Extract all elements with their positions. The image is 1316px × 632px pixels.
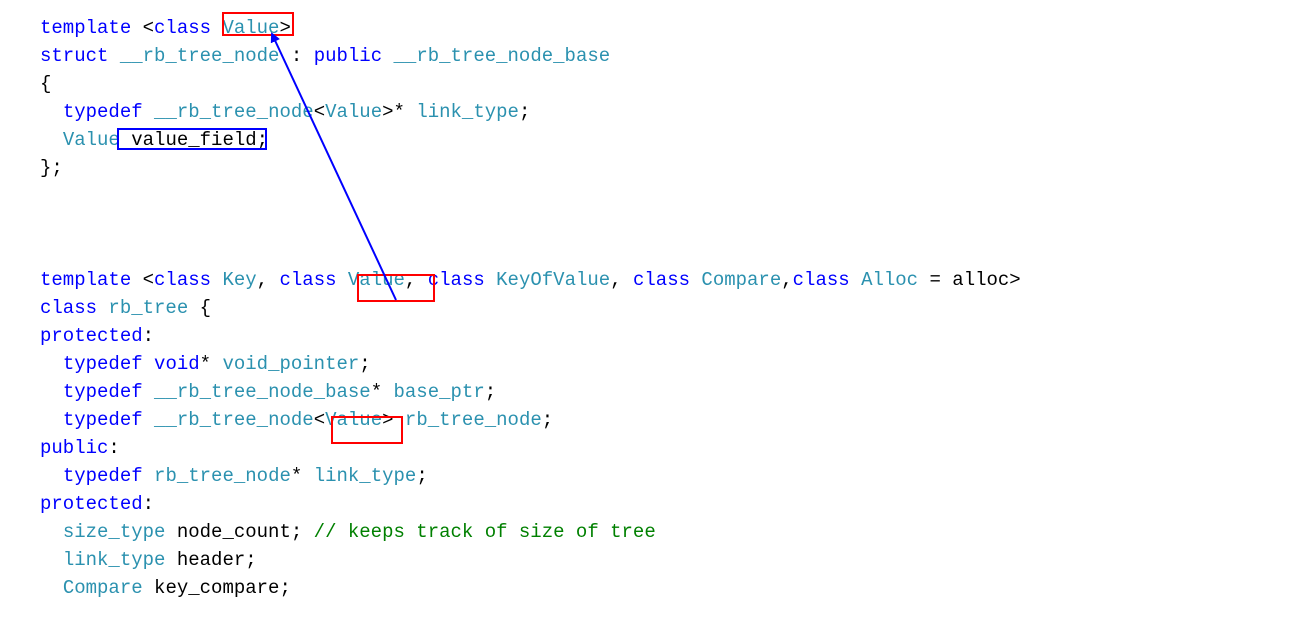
code-line: Value value_field; [40, 129, 268, 151]
code-line: public: [40, 437, 120, 459]
code-line: typedef __rb_tree_node<Value> rb_tree_no… [40, 409, 553, 431]
code-line: }; [40, 157, 63, 179]
code-line: protected: [40, 493, 154, 515]
code-line: class rb_tree { [40, 297, 211, 319]
code-line: typedef rb_tree_node* link_type; [40, 465, 428, 487]
code-line: link_type header; [40, 549, 257, 571]
code-line: typedef __rb_tree_node<Value>* link_type… [40, 101, 530, 123]
code-line: size_type node_count; // keeps track of … [40, 521, 656, 543]
code-block: template <class Value> struct __rb_tree_… [40, 14, 1021, 602]
code-line: typedef __rb_tree_node_base* base_ptr; [40, 381, 496, 403]
code-line: Compare key_compare; [40, 577, 291, 599]
code-line: template <class Key, class Value, class … [40, 269, 1021, 291]
code-line: struct __rb_tree_node : public __rb_tree… [40, 45, 610, 67]
code-line: protected: [40, 325, 154, 347]
code-line: { [40, 73, 51, 95]
code-line: template <class Value> [40, 17, 291, 39]
code-line: typedef void* void_pointer; [40, 353, 371, 375]
